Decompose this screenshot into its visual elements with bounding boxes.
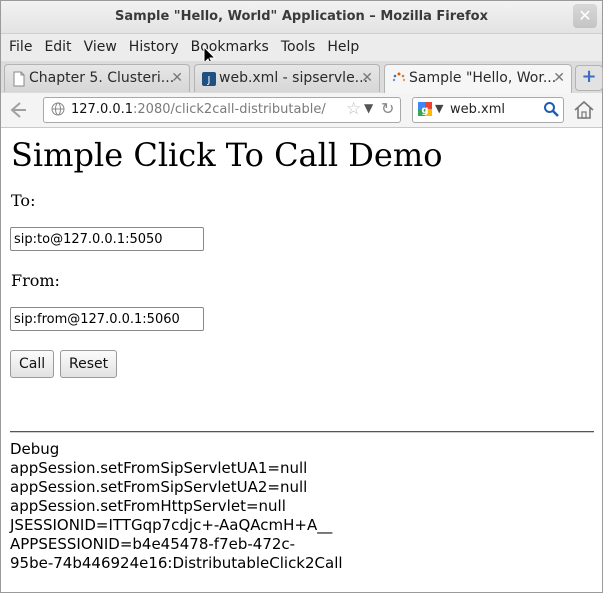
bookmark-star-icon[interactable]: ☆ xyxy=(346,99,361,119)
menu-file[interactable]: File xyxy=(5,34,36,61)
debug-output: Debug appSession.setFromSipServletUA1=nu… xyxy=(10,440,343,573)
chevron-down-icon[interactable]: ▼ xyxy=(435,102,443,115)
tab-web-xml[interactable]: J web.xml - sipservle... ✕ xyxy=(194,64,380,92)
debug-line: 95be-74b446924e16:DistributableClick2Cal… xyxy=(10,554,343,572)
debug-heading: Debug xyxy=(10,440,60,458)
from-label: From: xyxy=(11,271,60,290)
menu-tools[interactable]: Tools xyxy=(277,34,320,61)
svg-text:g: g xyxy=(421,105,428,116)
tab-label: web.xml - sipservle... xyxy=(219,70,369,86)
call-button[interactable]: Call xyxy=(10,350,55,378)
search-input[interactable]: web.xml xyxy=(450,102,505,117)
menu-edit[interactable]: Edit xyxy=(40,34,75,61)
debug-line: APPSESSIONID=b4e45478-f7eb-472c- xyxy=(10,535,296,553)
globe-icon xyxy=(51,102,65,116)
new-tab-button[interactable]: + xyxy=(575,65,603,91)
tab-label: Sample "Hello, Wor... xyxy=(409,70,557,86)
document-icon xyxy=(13,71,25,87)
browser-window: Sample "Hello, World" Application – Mozi… xyxy=(0,0,603,593)
to-field[interactable] xyxy=(10,227,204,251)
url-text: 127.0.0.1:2080/click2call-distributable/ xyxy=(71,102,326,117)
back-arrow-icon[interactable] xyxy=(6,99,30,121)
window-close-button[interactable]: ✕ xyxy=(573,4,597,28)
debug-line: JSESSIONID=ITTGqp7cdjc+-AaQAcmH+A__ xyxy=(10,516,333,534)
search-bar[interactable]: g ▼ web.xml xyxy=(412,97,564,123)
reset-button[interactable]: Reset xyxy=(60,350,118,378)
page-content: Simple Click To Call Demo To: From: Call… xyxy=(1,128,602,592)
menu-bookmarks[interactable]: Bookmarks xyxy=(187,34,273,61)
debug-line: appSession.setFromSipServletUA2=null xyxy=(10,478,308,496)
search-icon[interactable] xyxy=(543,101,559,117)
menu-history[interactable]: History xyxy=(125,34,183,61)
reload-icon[interactable]: ↻ xyxy=(381,99,394,118)
url-bar[interactable]: 127.0.0.1:2080/click2call-distributable/… xyxy=(43,97,401,123)
navigation-bar: 127.0.0.1:2080/click2call-distributable/… xyxy=(1,93,602,128)
tab-close-icon[interactable]: ✕ xyxy=(171,70,183,86)
title-bar: Sample "Hello, World" Application – Mozi… xyxy=(1,1,602,34)
svg-text:J: J xyxy=(207,75,211,86)
page-title: Simple Click To Call Demo xyxy=(11,136,443,174)
home-icon[interactable] xyxy=(572,98,596,122)
window-title: Sample "Hello, World" Application – Mozi… xyxy=(115,9,488,24)
from-field[interactable] xyxy=(10,307,204,331)
tab-close-icon[interactable]: ✕ xyxy=(361,70,373,86)
url-path: :2080/click2call-distributable/ xyxy=(133,102,326,117)
loading-icon xyxy=(392,72,406,82)
tab-label: Chapter 5. Clusteri... xyxy=(29,70,175,86)
tab-chapter-5[interactable]: Chapter 5. Clusteri... ✕ xyxy=(4,64,190,92)
menu-view[interactable]: View xyxy=(80,34,121,61)
debug-line: appSession.setFromSipServletUA1=null xyxy=(10,459,308,477)
chevron-down-icon[interactable]: ▼ xyxy=(364,101,373,115)
menu-bar: File Edit View History Bookmarks Tools Help xyxy=(1,34,602,61)
to-label: To: xyxy=(11,191,36,210)
divider xyxy=(10,431,594,433)
jira-icon: J xyxy=(202,72,216,86)
url-host: 127.0.0.1 xyxy=(71,102,134,117)
tab-sample-hello-world[interactable]: Sample "Hello, Wor... ✕ xyxy=(384,64,572,94)
tab-close-icon[interactable]: ✕ xyxy=(553,70,565,86)
tab-bar: Chapter 5. Clusteri... ✕ J web.xml - sip… xyxy=(1,61,602,94)
debug-line: appSession.setFromHttpServlet=null xyxy=(10,497,286,515)
google-icon: g xyxy=(418,102,432,116)
menu-help[interactable]: Help xyxy=(323,34,363,61)
